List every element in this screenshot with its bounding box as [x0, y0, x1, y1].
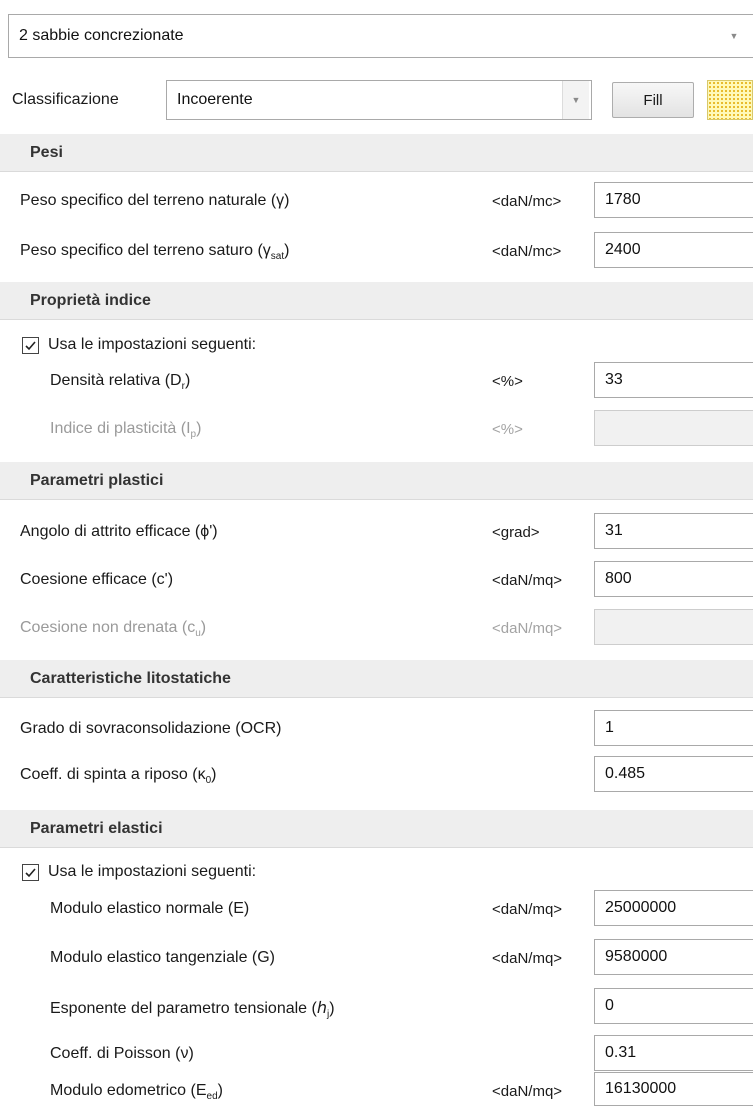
dr-unit: <%>: [492, 373, 523, 390]
checkmark-icon: [25, 341, 36, 351]
exp-label: Esponente del parametro tensionale (ℎj): [50, 1000, 335, 1020]
chevron-down-icon[interactable]: ▼: [723, 15, 745, 57]
g-label: Modulo elastico tangenziale (G): [50, 949, 276, 966]
g-input[interactable]: 9580000: [594, 939, 753, 975]
gamma-input[interactable]: 1780: [594, 182, 753, 218]
checkmark-icon: [25, 868, 36, 878]
c-input[interactable]: 800: [594, 561, 753, 597]
phi-label: Angolo di attrito efficace (ϕ'): [20, 523, 218, 540]
nu-label: Coeff. di Poisson (ν): [50, 1045, 194, 1062]
e-label: Modulo elastico normale (E): [50, 900, 250, 917]
ip-label: Indice di plasticità (Ip): [50, 420, 202, 440]
ocr-input[interactable]: 1: [594, 710, 753, 746]
soil-select[interactable]: 2 sabbie concrezionate ▼: [8, 14, 753, 58]
indice-use-checkbox[interactable]: [22, 337, 39, 354]
eed-unit: <daN/mq>: [492, 1083, 563, 1100]
chevron-down-icon[interactable]: ▼: [562, 81, 589, 119]
k0-input[interactable]: 0.485: [594, 756, 753, 792]
elastici-use-label: Usa le impostazioni seguenti:: [48, 863, 257, 880]
section-proprieta-indice: Proprietà indice: [0, 282, 753, 320]
classification-label: Classificazione: [12, 91, 119, 108]
dr-label: Densità relativa (Dr): [50, 372, 191, 392]
ip-unit: <%>: [492, 421, 523, 438]
c-unit: <daN/mq>: [492, 572, 563, 589]
e-unit: <daN/mq>: [492, 901, 563, 918]
section-parametri-plastici: Parametri plastici: [0, 462, 753, 500]
nu-input[interactable]: 0.31: [594, 1035, 753, 1071]
phi-unit: <grad>: [492, 524, 540, 541]
classification-value: Incoerente: [177, 91, 253, 108]
dr-input[interactable]: 33: [594, 362, 753, 398]
cu-input[interactable]: [594, 609, 753, 645]
classification-select[interactable]: Incoerente ▼: [166, 80, 592, 120]
section-parametri-elastici: Parametri elastici: [0, 810, 753, 848]
gamma-sat-label: Peso specifico del terreno saturo (γsat): [20, 242, 290, 262]
g-unit: <daN/mq>: [492, 950, 563, 967]
fill-pattern-swatch[interactable]: [707, 80, 753, 120]
eed-input[interactable]: 16130000: [594, 1072, 753, 1106]
soil-select-value: 2 sabbie concrezionate: [19, 27, 184, 44]
exp-input[interactable]: 0: [594, 988, 753, 1024]
e-input[interactable]: 25000000: [594, 890, 753, 926]
gamma-label: Peso specifico del terreno naturale (γ): [20, 192, 290, 209]
eed-label: Modulo edometrico (Eed): [50, 1082, 223, 1102]
gamma-sat-input[interactable]: 2400: [594, 232, 753, 268]
ip-input[interactable]: [594, 410, 753, 446]
fill-button[interactable]: Fill: [612, 82, 694, 118]
c-label: Coesione efficace (c'): [20, 571, 174, 588]
phi-input[interactable]: 31: [594, 513, 753, 549]
k0-label: Coeff. di spinta a riposo (κ0): [20, 766, 217, 786]
section-caratteristiche-litostatiche: Caratteristiche litostatiche: [0, 660, 753, 698]
indice-use-label: Usa le impostazioni seguenti:: [48, 336, 257, 353]
gamma-sat-unit: <daN/mc>: [492, 243, 562, 260]
gamma-unit: <daN/mc>: [492, 193, 562, 210]
cu-label: Coesione non drenata (cu): [20, 619, 207, 639]
section-pesi: Pesi: [0, 134, 753, 172]
cu-unit: <daN/mq>: [492, 620, 563, 637]
elastici-use-checkbox[interactable]: [22, 864, 39, 881]
ocr-label: Grado di sovraconsolidazione (OCR): [20, 720, 282, 737]
